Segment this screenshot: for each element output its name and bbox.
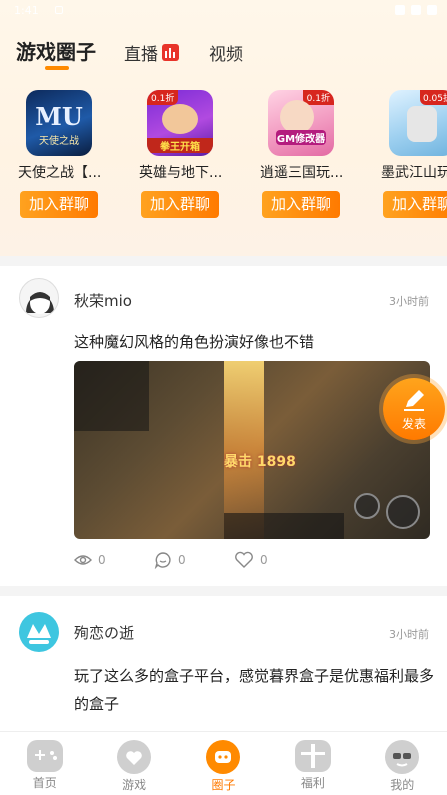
wifi-icon [395,5,405,15]
post-image[interactable]: 暴击 1898 [74,361,430,539]
character-face [280,100,314,134]
views-stat[interactable]: 0 [74,551,154,569]
icon-title: 拳王开箱 [147,138,213,153]
nav-welfare-label: 福利 [300,776,325,790]
nav-welfare[interactable]: 福利 [268,732,357,795]
post-card[interactable]: 殉恋の逝 3小时前 玩了这么多的盒子平台，感觉暮界盒子是优惠福利最多的盒子 [0,596,447,731]
active-tab-indicator [45,66,69,70]
join-group-button[interactable]: 加入群聊 [262,191,340,218]
status-icons [395,5,437,15]
game-icon-hero[interactable]: 0.1折 拳王开箱 [147,90,213,156]
gift-icon [294,740,331,772]
pencil-icon [404,390,424,411]
group-name: 逍遥三国玩... [260,165,342,181]
post-username[interactable]: 殉恋の逝 [74,622,134,643]
post-stats: 0 0 0 [74,551,314,569]
notification-icon [55,6,63,14]
signal-icon [411,5,421,15]
icon-subtitle: 天使之战 [39,136,79,147]
post-content: 这种魔幻风格的角色扮演好像也不错 [74,333,315,351]
icon-title: GM修改器 [276,130,326,145]
game-icon-mu[interactable]: MU 天使之战 [26,90,92,156]
group-name: 天使之战【... [18,165,100,181]
group-name: 英雄与地下... [139,165,221,181]
group-card: 0.05折 墨武江山玩... 加入群聊 [381,90,447,218]
publish-label: 发表 [401,417,426,431]
top-tabs: 游戏圈子 直播 视频 [16,36,243,70]
group-card: 0.1折 拳王开箱 英雄与地下... 加入群聊 [139,90,221,218]
discount-badge: 0.05折 [419,90,447,105]
tab-game-circle[interactable]: 游戏圈子 [16,36,96,70]
icon-title: MU [35,102,83,131]
join-group-button[interactable]: 加入群聊 [20,191,98,218]
avatar[interactable] [19,278,59,318]
skill-button [386,495,420,529]
views-count: 0 [98,553,106,567]
nav-circle-label: 圈子 [211,778,236,792]
user-avatar-icon [26,292,54,314]
nav-mine[interactable]: 我的 [358,732,447,795]
post-time: 3小时前 [389,295,429,308]
tab-live-label: 直播 [124,45,158,65]
nav-games[interactable]: 游戏 [89,732,178,795]
chat-bubble-icon [206,740,241,774]
group-carousel[interactable]: MU 天使之战 天使之战【... 加入群聊 0.1折 拳王开箱 英雄与地下...… [18,90,447,230]
section-divider [0,256,447,266]
post-content: 玩了这么多的盒子平台，感觉暮界盒子是优惠福利最多的盒子 [74,667,435,713]
nav-home-label: 首页 [32,776,57,790]
eye-icon [74,555,92,565]
game-icon-mowu[interactable]: 0.05折 [389,90,447,156]
avatar[interactable] [19,612,59,652]
bottom-nav: 首页 游戏 圈子 福利 我的 [0,731,447,795]
gamepad-icon [26,740,63,772]
game-icon-xiaoyao[interactable]: 0.1折 GM修改器 [268,90,334,156]
game-minimap [74,361,149,431]
comments-count: 0 [178,553,186,567]
nav-home[interactable]: 首页 [0,732,89,795]
nav-games-label: 游戏 [122,778,147,792]
live-bars-icon [162,44,179,61]
likes-count: 0 [260,553,268,567]
skill-button [354,493,380,519]
group-name: 墨武江山玩... [381,165,447,181]
tab-game-circle-label: 游戏圈子 [16,40,96,64]
status-time: 1:41 [14,4,39,17]
group-card: MU 天使之战 天使之战【... 加入群聊 [18,90,100,218]
publish-button[interactable]: 发表 [383,378,445,440]
nav-circle[interactable]: 圈子 [179,732,268,795]
character-face [162,104,198,134]
tab-video[interactable]: 视频 [209,40,243,65]
post-username[interactable]: 秋荣mio [74,290,132,311]
heart-bubble-icon [117,740,152,774]
discount-badge: 0.1折 [147,90,179,105]
battery-icon [427,5,437,15]
group-card: 0.1折 GM修改器 逍遥三国玩... 加入群聊 [260,90,342,218]
likes-stat[interactable]: 0 [234,551,314,569]
heart-icon [235,551,253,568]
nav-mine-label: 我的 [390,778,415,792]
user-avatar-icon [20,613,58,651]
post-card[interactable]: 秋荣mio 3小时前 这种魔幻风格的角色扮演好像也不错 暴击 1898 0 0 … [0,266,447,586]
skill-bar [224,513,344,539]
post-time: 3小时前 [389,628,429,641]
status-bar: 1:41 [0,0,447,22]
comment-icon [154,552,171,569]
character-figure [407,106,437,142]
damage-text: 暴击 1898 [224,454,296,470]
tab-live[interactable]: 直播 [124,40,179,65]
comments-stat[interactable]: 0 [154,551,234,569]
join-group-button[interactable]: 加入群聊 [383,191,447,218]
section-divider [0,586,447,596]
groups-header-area: 1:41 游戏圈子 直播 视频 MU 天使之战 天使之战【... 加入群聊 0.… [0,0,447,256]
profile-icon [385,740,420,774]
tab-video-label: 视频 [209,45,243,65]
join-group-button[interactable]: 加入群聊 [141,191,219,218]
